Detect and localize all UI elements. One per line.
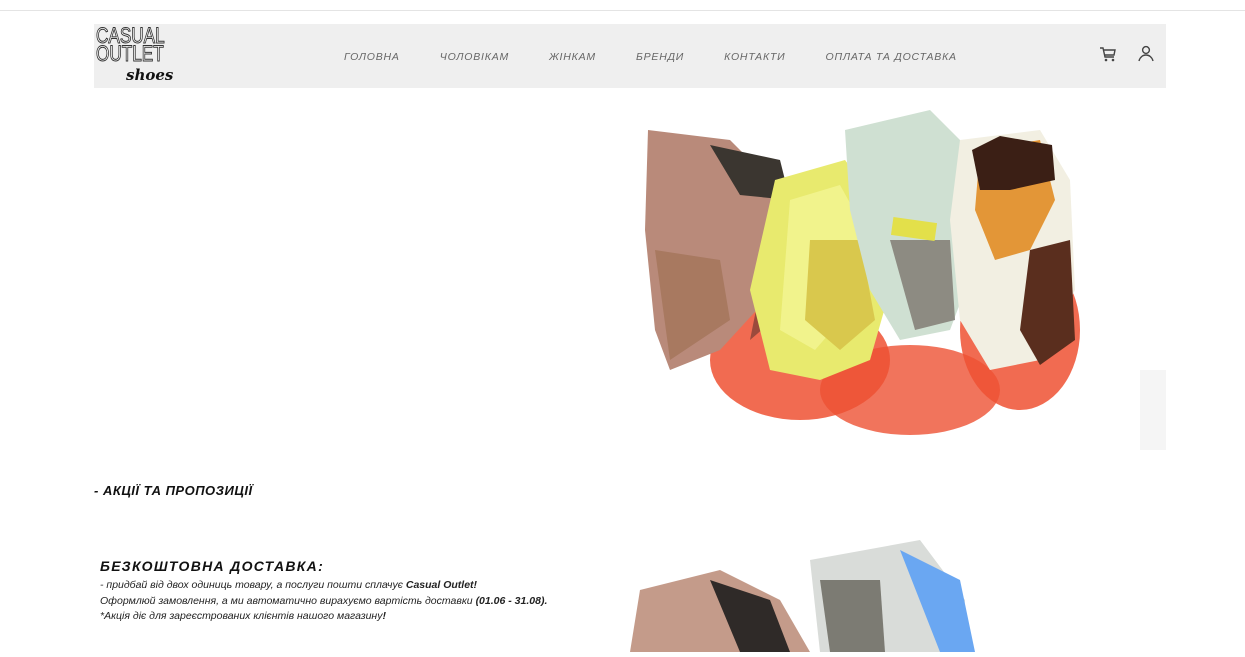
top-divider xyxy=(0,10,1245,11)
site-logo[interactable]: CASUAL OUTLET shoes xyxy=(96,24,188,86)
nav-women[interactable]: ЖІНКАМ xyxy=(549,51,596,63)
nav-home[interactable]: ГОЛОВНА xyxy=(344,51,400,63)
nav-payment-delivery[interactable]: ОПЛАТА ТА ДОСТАВКА xyxy=(826,51,957,63)
promo-section-title: - АКЦІЇ ТА ПРОПОЗИЦІЇ xyxy=(94,483,253,498)
nav-men[interactable]: ЧОЛОВІКАМ xyxy=(440,51,509,63)
site-header: CASUAL OUTLET shoes ГОЛОВНА ЧОЛОВІКАМ ЖІ… xyxy=(94,24,1166,88)
cart-icon[interactable] xyxy=(1098,44,1118,64)
header-icons xyxy=(1098,44,1156,64)
promo-line-2-text: Оформлюй замовлення, а ми автоматично ви… xyxy=(100,594,476,607)
promo-brand: Casual Outlet! xyxy=(405,579,478,591)
promo-line-1-text: - придбай від двох одиниць товару, а пос… xyxy=(100,579,406,591)
nav-contacts[interactable]: КОНТАКТИ xyxy=(724,51,785,63)
hero-image xyxy=(600,90,1166,450)
user-icon[interactable] xyxy=(1136,44,1156,64)
nav-brands[interactable]: БРЕНДИ xyxy=(636,51,684,63)
logo-line-2: OUTLET xyxy=(96,41,164,66)
promo-line-3: *Акція діє для зареєстрованих клієнтів н… xyxy=(100,609,547,625)
free-delivery-title: БЕЗКОШТОВНА ДОСТАВКА: xyxy=(100,558,325,574)
promo-line-3-text: *Акція діє для зареєстрованих клієнтів н… xyxy=(100,610,383,622)
promo-text: - придбай від двох одиниць товару, а пос… xyxy=(100,578,547,625)
logo-line-3: shoes xyxy=(126,66,174,84)
promo-image xyxy=(620,520,980,652)
promo-line-3-end: ! xyxy=(382,610,386,622)
promo-line-1: - придбай від двох одиниць товару, а пос… xyxy=(100,578,547,594)
promo-line-2: Оформлюй замовлення, а ми автоматично ви… xyxy=(100,594,547,610)
promo-dates: (01.06 - 31.08). xyxy=(475,594,548,607)
main-nav: ГОЛОВНА ЧОЛОВІКАМ ЖІНКАМ БРЕНДИ КОНТАКТИ… xyxy=(344,51,997,63)
